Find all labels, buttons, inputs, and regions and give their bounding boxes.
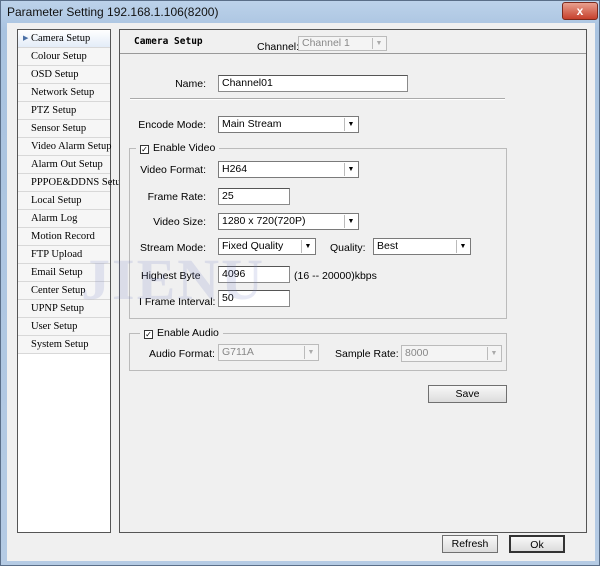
parameter-setting-window: Parameter Setting 192.168.1.106(8200) x … xyxy=(0,0,600,566)
audio-format-value: G711A xyxy=(222,346,254,358)
sidebar-item-label: OSD Setup xyxy=(31,69,79,80)
sidebar-item-user-setup[interactable]: User Setup xyxy=(18,318,110,336)
sidebar-item-label: PPPOE&DDNS Setup xyxy=(31,177,126,188)
selected-arrow-icon: ▶ xyxy=(23,34,29,42)
frame-rate-label: Frame Rate: xyxy=(147,191,206,203)
sidebar-item-pppoe-ddns-setup[interactable]: PPPOE&DDNS Setup xyxy=(18,174,126,192)
sidebar-item-colour-setup[interactable]: Colour Setup xyxy=(18,48,110,66)
chevron-down-icon: ▼ xyxy=(304,346,317,359)
sidebar-item-label: Email Setup xyxy=(31,267,83,278)
close-button[interactable]: x xyxy=(562,2,598,20)
chevron-down-icon: ▼ xyxy=(344,118,357,131)
sidebar-item-network-setup[interactable]: Network Setup xyxy=(18,84,110,102)
checkbox-checked-icon: ✓ xyxy=(144,330,153,339)
divider xyxy=(130,98,505,100)
sidebar-item-email-setup[interactable]: Email Setup xyxy=(18,264,110,282)
window-title: Parameter Setting 192.168.1.106(8200) xyxy=(7,5,219,19)
chevron-down-icon: ▼ xyxy=(487,347,500,360)
video-format-select[interactable]: H264 ▼ xyxy=(218,161,359,178)
video-size-value: 1280 x 720(720P) xyxy=(222,215,306,227)
stream-mode-label: Stream Mode: xyxy=(140,242,206,254)
channel-label: Channel: xyxy=(257,41,300,53)
quality-label: Quality: xyxy=(330,242,366,254)
sidebar-item-motion-record[interactable]: Motion Record xyxy=(18,228,110,246)
enable-video-checkbox[interactable]: ✓ Enable Video xyxy=(136,142,220,154)
sidebar-item-label: Alarm Out Setup xyxy=(31,159,103,170)
iframe-interval-label: I Frame Interval: xyxy=(139,296,216,308)
sample-rate-value: 8000 xyxy=(405,347,429,359)
sidebar-item-label: Motion Record xyxy=(31,231,95,242)
stream-mode-select[interactable]: Fixed Quality ▼ xyxy=(218,238,316,255)
sidebar-item-label: Center Setup xyxy=(31,285,86,296)
sidebar-item-sensor-setup[interactable]: Sensor Setup xyxy=(18,120,110,138)
sidebar-item-label: Network Setup xyxy=(31,87,95,98)
sidebar-item-label: Local Setup xyxy=(31,195,82,206)
highest-byte-input[interactable]: 4096 xyxy=(218,266,290,283)
highest-byte-label: Highest Byte xyxy=(141,270,201,282)
name-label: Name: xyxy=(175,78,206,90)
chevron-down-icon: ▼ xyxy=(456,240,469,253)
stream-mode-value: Fixed Quality xyxy=(222,240,284,252)
sidebar-item-label: Alarm Log xyxy=(31,213,78,224)
sidebar-item-label: Camera Setup xyxy=(31,33,91,44)
sidebar-item-system-setup[interactable]: System Setup xyxy=(18,336,110,354)
sidebar-item-label: User Setup xyxy=(31,321,78,332)
frame-rate-input[interactable]: 25 xyxy=(218,188,290,205)
chevron-down-icon: ▼ xyxy=(372,38,385,49)
highest-byte-range: (16 -- 20000)kbps xyxy=(294,270,377,282)
audio-format-select[interactable]: G711A ▼ xyxy=(218,344,319,361)
enable-audio-label: Enable Audio xyxy=(157,327,219,339)
sidebar-item-ptz-setup[interactable]: PTZ Setup xyxy=(18,102,110,120)
sidebar-item-video-alarm-setup[interactable]: Video Alarm Setup xyxy=(18,138,112,156)
encode-mode-label: Encode Mode: xyxy=(138,119,206,131)
video-format-value: H264 xyxy=(222,163,248,175)
sidebar-item-label: FTP Upload xyxy=(31,249,83,260)
sidebar-item-label: UPNP Setup xyxy=(31,303,84,314)
chevron-down-icon: ▼ xyxy=(301,240,314,253)
sidebar-item-alarm-out-setup[interactable]: Alarm Out Setup xyxy=(18,156,110,174)
panel-header: Camera Setup Channel: Channel 1 ▼ xyxy=(120,30,586,54)
sidebar-item-alarm-log[interactable]: Alarm Log xyxy=(18,210,110,228)
checkbox-checked-icon: ✓ xyxy=(140,145,149,154)
ok-button[interactable]: Ok xyxy=(509,535,565,553)
chevron-down-icon: ▼ xyxy=(344,215,357,228)
name-input[interactable]: Channel01 xyxy=(218,75,408,92)
quality-select[interactable]: Best ▼ xyxy=(373,238,471,255)
sidebar-item-label: Sensor Setup xyxy=(31,123,87,134)
chevron-down-icon: ▼ xyxy=(344,163,357,176)
sidebar-item-center-setup[interactable]: Center Setup xyxy=(18,282,110,300)
sidebar-item-local-setup[interactable]: Local Setup xyxy=(18,192,110,210)
encode-mode-select[interactable]: Main Stream ▼ xyxy=(218,116,359,133)
sidebar-item-label: Colour Setup xyxy=(31,51,87,62)
sidebar-item-ftp-upload[interactable]: FTP Upload xyxy=(18,246,110,264)
panel-title: Camera Setup xyxy=(134,36,203,47)
sidebar-item-osd-setup[interactable]: OSD Setup xyxy=(18,66,110,84)
enable-audio-checkbox[interactable]: ✓ Enable Audio xyxy=(140,327,223,339)
video-format-label: Video Format: xyxy=(140,164,206,176)
iframe-interval-input[interactable]: 50 xyxy=(218,290,290,307)
refresh-button[interactable]: Refresh xyxy=(442,535,498,553)
video-size-label: Video Size: xyxy=(153,216,206,228)
sample-rate-label: Sample Rate: xyxy=(335,348,399,360)
sidebar-item-label: PTZ Setup xyxy=(31,105,77,116)
save-button[interactable]: Save xyxy=(428,385,507,403)
sidebar-item-label: System Setup xyxy=(31,339,89,350)
sidebar-item-upnp-setup[interactable]: UPNP Setup xyxy=(18,300,110,318)
video-size-select[interactable]: 1280 x 720(720P) ▼ xyxy=(218,213,359,230)
channel-select[interactable]: Channel 1 ▼ xyxy=(298,36,387,51)
channel-value: Channel 1 xyxy=(302,37,350,49)
camera-setup-panel: Camera Setup Channel: Channel 1 ▼ Name: C… xyxy=(119,29,587,533)
quality-value: Best xyxy=(377,240,399,252)
audio-format-label: Audio Format: xyxy=(149,348,215,360)
sidebar-item-label: Video Alarm Setup xyxy=(31,141,112,152)
sample-rate-select[interactable]: 8000 ▼ xyxy=(401,345,502,362)
enable-video-label: Enable Video xyxy=(153,142,216,154)
encode-mode-value: Main Stream xyxy=(222,118,282,130)
sidebar-item-camera-setup[interactable]: ▶ Camera Setup xyxy=(18,30,110,48)
sidebar-menu: ▶ Camera Setup Colour Setup OSD Setup Networ… xyxy=(17,29,126,533)
